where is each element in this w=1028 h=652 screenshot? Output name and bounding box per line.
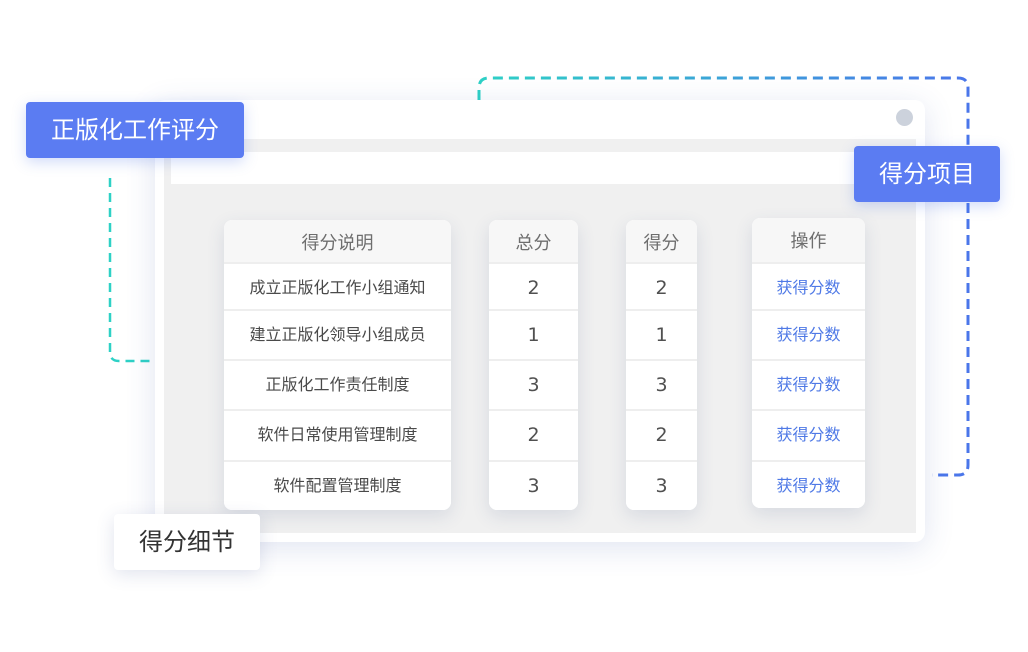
score-cell: 3 (626, 460, 697, 510)
total-cell: 2 (489, 409, 578, 459)
tag-license-score: 正版化工作评分 (26, 102, 244, 158)
action-column: 操作 获得分数 获得分数 获得分数 获得分数 获得分数 (752, 218, 865, 508)
description-column: 得分说明 成立正版化工作小组通知 建立正版化领导小组成员 正版化工作责任制度 软… (224, 220, 451, 510)
description-cell: 成立正版化工作小组通知 (224, 262, 451, 312)
get-score-link[interactable]: 获得分数 (752, 409, 865, 459)
window-close-dot-icon[interactable] (896, 109, 913, 126)
description-cell: 软件日常使用管理制度 (224, 409, 451, 459)
get-score-link[interactable]: 获得分数 (752, 460, 865, 508)
score-cell: 1 (626, 309, 697, 359)
score-cell: 2 (626, 409, 697, 459)
score-header: 得分 (626, 220, 697, 264)
score-column: 得分 2 1 3 2 3 (626, 220, 697, 510)
total-cell: 3 (489, 460, 578, 510)
total-cell: 1 (489, 309, 578, 359)
score-cell: 2 (626, 262, 697, 312)
total-cell: 2 (489, 262, 578, 312)
tag-score-details: 得分细节 (114, 514, 260, 570)
get-score-link[interactable]: 获得分数 (752, 309, 865, 359)
description-cell: 正版化工作责任制度 (224, 359, 451, 409)
description-cell: 建立正版化领导小组成员 (224, 309, 451, 359)
action-header: 操作 (752, 218, 865, 262)
total-cell: 3 (489, 359, 578, 409)
description-cell: 软件配置管理制度 (224, 460, 451, 510)
get-score-link[interactable]: 获得分数 (752, 262, 865, 312)
total-column: 总分 2 1 3 2 3 (489, 220, 578, 510)
tag-score-items: 得分项目 (854, 146, 1000, 202)
get-score-link[interactable]: 获得分数 (752, 359, 865, 409)
total-header: 总分 (489, 220, 578, 264)
window-search-bar[interactable] (171, 152, 907, 184)
score-cell: 3 (626, 359, 697, 409)
right-dashed-connector (932, 203, 970, 477)
description-header: 得分说明 (224, 220, 451, 264)
